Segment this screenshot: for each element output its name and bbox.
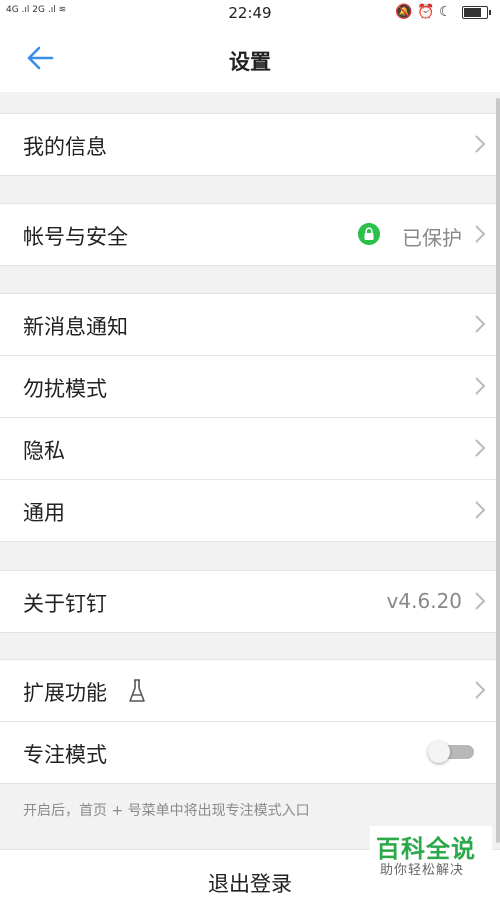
account-status: 已保护 [402, 226, 462, 250]
flask-icon [129, 679, 145, 702]
row-privacy[interactable]: 隐私 [0, 418, 500, 480]
status-icons: 🔕 ⏰ ☾ [395, 4, 491, 20]
row-label: 新消息通知 [23, 315, 128, 339]
focus-mode-toggle[interactable] [428, 741, 474, 763]
row-my-info[interactable]: 我的信息 [0, 114, 500, 175]
chevron-right-icon [475, 135, 486, 153]
battery-icon [462, 5, 491, 19]
chevron-right-icon [475, 225, 486, 243]
group-preferences: 新消息通知 勿扰模式 隐私 通用 [0, 293, 500, 542]
title-bar: 设置 [0, 28, 500, 92]
status-bar: 4G .ıl 2G .ıl ≋ 22:49 🔕 ⏰ ☾ [0, 0, 500, 28]
row-label: 我的信息 [23, 135, 107, 159]
group-about: 关于钉钉 v4.6.20 [0, 570, 500, 633]
row-new-message-notify[interactable]: 新消息通知 [0, 294, 500, 356]
page-title: 设置 [229, 50, 271, 74]
chevron-right-icon [475, 592, 486, 610]
row-label: 勿扰模式 [23, 377, 107, 401]
scrollbar[interactable] [496, 98, 500, 843]
chevron-right-icon [475, 377, 486, 395]
watermark-subtitle: 助你轻松解决 [380, 863, 465, 878]
status-right-icons: 🔕 ⏰ ☾ [395, 4, 452, 20]
focus-mode-hint: 开启后，首页 + 号菜单中将出现专注模式入口 [23, 803, 310, 819]
lock-icon [358, 223, 380, 245]
watermark-logo: 百科全说 助你轻松解决 [370, 826, 492, 882]
chevron-right-icon [475, 439, 486, 457]
row-label: 扩展功能 [23, 681, 107, 705]
chevron-right-icon [475, 501, 486, 519]
group-profile: 我的信息 [0, 113, 500, 176]
chevron-right-icon [475, 681, 486, 699]
row-label: 关于钉钉 [23, 592, 107, 616]
row-label: 帐号与安全 [23, 225, 128, 249]
chevron-right-icon [475, 315, 486, 333]
row-label: 隐私 [23, 439, 65, 463]
row-focus-mode: 专注模式 [0, 722, 500, 783]
app-version: v4.6.20 [386, 589, 462, 613]
row-label: 专注模式 [23, 743, 107, 767]
row-extensions[interactable]: 扩展功能 [0, 660, 500, 722]
row-account-security[interactable]: 帐号与安全 已保护 [0, 204, 500, 265]
row-general[interactable]: 通用 [0, 480, 500, 541]
toggle-knob [428, 741, 450, 763]
row-about-dingtalk[interactable]: 关于钉钉 v4.6.20 [0, 571, 500, 632]
group-account: 帐号与安全 已保护 [0, 203, 500, 266]
row-do-not-disturb[interactable]: 勿扰模式 [0, 356, 500, 418]
row-label: 通用 [23, 501, 65, 525]
group-extensions: 扩展功能 专注模式 [0, 659, 500, 784]
